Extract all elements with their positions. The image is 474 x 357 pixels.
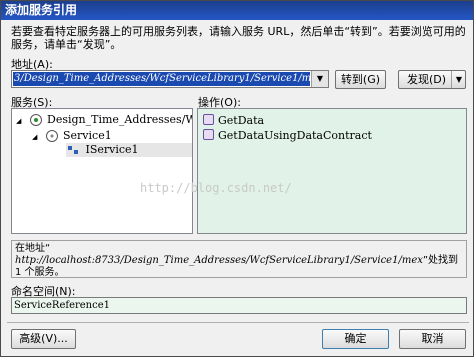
chevron-down-icon[interactable]: ▼ <box>311 71 328 87</box>
operations-list[interactable]: GetData GetDataUsingDataContract <box>197 108 467 234</box>
status-message: 在地址“ http://localhost:8733/Design_Time_A… <box>11 240 467 278</box>
method-icon <box>203 114 214 125</box>
collapse-icon[interactable]: ◢ <box>32 130 40 144</box>
address-value[interactable]: 3/Design_Time_Addresses/WcfServiceLibrar… <box>13 72 310 86</box>
tree-label-iservice1: IService1 <box>85 143 139 156</box>
method-icon <box>203 129 214 140</box>
ok-button[interactable]: 确定 <box>322 329 389 349</box>
service-icon <box>45 130 58 142</box>
discover-dropdown-icon[interactable]: ▼ <box>450 71 462 88</box>
namespace-input[interactable]: ServiceReference1 <box>11 297 467 314</box>
tree-item-iservice1[interactable]: IService1 <box>66 143 192 157</box>
footer-separator <box>7 322 469 323</box>
dialog-title: 添加服务引用 <box>1 1 473 20</box>
services-tree[interactable]: ◢ Design_Time_Addresses/W ◢ Service1 ISe… <box>11 108 193 234</box>
operation-label: GetData <box>218 114 265 127</box>
operation-label: GetDataUsingDataContract <box>218 129 372 142</box>
tree-label-design-time-addresses: Design_Time_Addresses/W <box>47 113 193 126</box>
goto-button[interactable]: 转到(G) <box>335 70 386 89</box>
add-service-reference-dialog: 添加服务引用 若要查看特定服务器上的可用服务列表，请输入服务 URL，然后单击“… <box>0 0 474 357</box>
operation-item[interactable]: GetDataUsingDataContract <box>203 129 372 143</box>
address-combobox[interactable]: 3/Design_Time_Addresses/WcfServiceLibrar… <box>11 70 329 88</box>
status-url: http://localhost:8733/Design_Time_Addres… <box>15 255 423 266</box>
collapse-icon[interactable]: ◢ <box>16 114 24 128</box>
instructions-text: 若要查看特定服务器上的可用服务列表，请输入服务 URL，然后单击“转到”。若要浏… <box>11 25 466 51</box>
advanced-button[interactable]: 高级(V)... <box>11 329 76 349</box>
tree-item-service1[interactable]: ◢ Service1 <box>32 129 112 143</box>
discover-button[interactable]: 发现(D) ▼ <box>398 70 466 89</box>
status-prefix: 在地址“ <box>15 243 51 254</box>
cancel-button[interactable]: 取消 <box>399 329 466 349</box>
globe-icon <box>29 114 42 126</box>
contract-icon <box>68 145 79 155</box>
discover-button-label: 发现(D) <box>407 73 447 86</box>
tree-label-service1: Service1 <box>63 129 112 142</box>
watermark-text: http://blog.csdn.net/ <box>140 181 292 195</box>
operation-item[interactable]: GetData <box>203 114 264 128</box>
tree-item-design-time-addresses[interactable]: ◢ Design_Time_Addresses/W <box>16 113 193 128</box>
